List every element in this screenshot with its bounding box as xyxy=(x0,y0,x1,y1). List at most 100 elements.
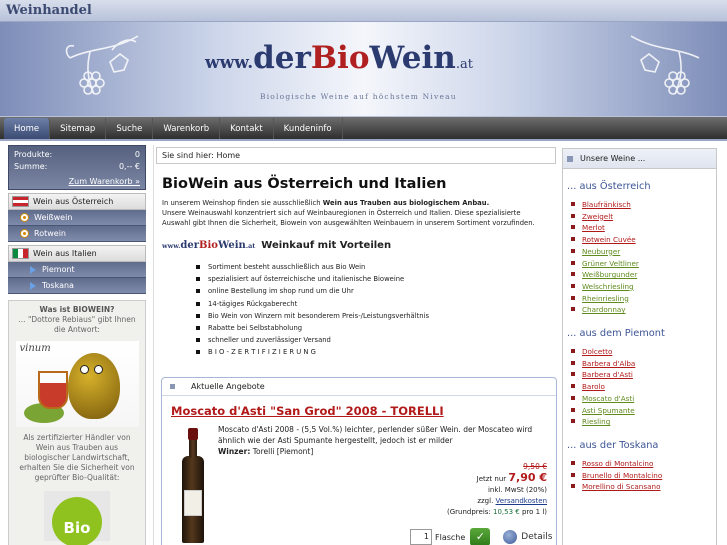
wine-link[interactable]: Weißburgunder xyxy=(582,270,637,279)
list-item: Bio Wein von Winzern mit besonderem Prei… xyxy=(196,310,558,322)
wine-link[interactable]: Morellino di Scansano xyxy=(582,482,660,491)
details-icon xyxy=(503,530,518,544)
category-toskana-label: Toskana xyxy=(42,281,74,290)
wine-link[interactable]: Moscato d'Asti xyxy=(582,394,634,403)
wine-link[interactable]: Chardonnay xyxy=(582,305,626,314)
to-cart-link[interactable]: Zum Warenkorb » xyxy=(14,177,140,186)
vinum-label: vinum xyxy=(19,343,51,354)
quantity-input[interactable]: 1 xyxy=(410,529,432,545)
cart-sum-value: 0,-- € xyxy=(118,162,140,171)
category-rotwein[interactable]: Rotwein xyxy=(8,226,146,242)
list-item: Rosso di Montalcino xyxy=(571,458,716,470)
mini-logo-bio: Bio xyxy=(199,240,218,251)
vorteile-list: Sortiment besteht ausschließlich aus Bio… xyxy=(196,261,558,359)
logo-bio: Bio xyxy=(310,40,370,76)
top-strip: Weinhandel xyxy=(0,0,727,22)
intro-bold: Wein aus Trauben aus biologischem Anbau. xyxy=(322,199,490,207)
wine-link[interactable]: Barbera d'Asti xyxy=(582,370,633,379)
category-piemont[interactable]: Piemont xyxy=(8,262,146,278)
nav-sitemap[interactable]: Sitemap xyxy=(50,118,107,139)
category-weisswein[interactable]: Weißwein xyxy=(8,210,146,226)
vine-right-icon xyxy=(630,35,700,95)
list-item: Merlot xyxy=(571,222,716,234)
nav-home[interactable]: Home xyxy=(4,118,51,139)
site-logo[interactable]: www.derBioWein.at xyxy=(205,40,473,76)
shipping-costs-link[interactable]: Versandkosten xyxy=(496,497,547,505)
wine-list-header: Unsere Weine ... xyxy=(563,149,716,169)
vorteile-heading: www.derBioWein.at Weinkauf mit Vorteilen xyxy=(162,240,558,251)
wine-list-title: Unsere Weine ... xyxy=(580,154,646,163)
arrow-right-icon xyxy=(30,265,36,274)
wine-link[interactable]: Neuburger xyxy=(582,247,620,256)
wine-link[interactable]: Welschriesling xyxy=(582,282,634,291)
wine-link[interactable]: Grüner Veltliner xyxy=(582,259,639,268)
breadcrumb: Sie sind hier: Home xyxy=(156,147,556,164)
now-label: Jetzt nur xyxy=(476,475,507,483)
category-toskana[interactable]: Toskana xyxy=(8,278,146,294)
vorteile-title: Weinkauf mit Vorteilen xyxy=(261,240,392,251)
nav-warenkorb[interactable]: Warenkorb xyxy=(153,118,221,139)
wine-desc-text: Moscato d'Asti 2008 - (5,5 Vol.%) leicht… xyxy=(218,425,533,445)
mini-logo-www: www. xyxy=(162,242,181,250)
wine-list: Blaufränkisch Zweigelt Merlot Rotwein Cuvée… xyxy=(571,199,716,316)
wine-link[interactable]: Rotwein Cuvée xyxy=(582,235,636,244)
list-item: schneller und zuverlässiger Versand xyxy=(196,334,558,346)
wine-link[interactable]: Brunello di Montalcino xyxy=(582,471,662,480)
brand-tag: Weinhandel xyxy=(6,3,92,18)
wine-list-sidebar: Unsere Weine ... ... aus Österreich Blauf… xyxy=(562,148,717,545)
base-price-label: (Grundpreis: xyxy=(447,508,491,516)
wine-link[interactable]: Blaufränkisch xyxy=(582,200,631,209)
wine-regions: ... aus Österreich Blaufränkisch Zweigelt M… xyxy=(563,181,716,493)
main-content: Sie sind hier: Home BioWein aus Österrei… xyxy=(153,145,558,545)
new-price: 7,90 € xyxy=(508,471,547,484)
bottle-cap xyxy=(188,428,198,440)
logo-der: der xyxy=(253,40,311,76)
category-italy[interactable]: Wein aus Italien xyxy=(8,245,146,262)
intro-text: In unserem Weinshop finden sie ausschlie… xyxy=(162,198,550,228)
wine-link[interactable]: Riesling xyxy=(582,417,610,426)
cart-sum-label: Summe: xyxy=(14,162,48,171)
details-button[interactable]: Details xyxy=(503,530,553,544)
bug-eye xyxy=(93,365,103,374)
logo-www: www. xyxy=(205,53,254,73)
category-piemont-label: Piemont xyxy=(42,265,75,274)
wine-link[interactable]: Rheinriesling xyxy=(582,294,629,303)
list-item: online Bestellung im shop rund um die Uh… xyxy=(196,285,558,297)
wine-bottle-image[interactable] xyxy=(182,428,204,543)
bug-eye xyxy=(79,365,89,374)
cart-products-row: Produkte: 0 xyxy=(14,149,140,161)
wine-link[interactable]: Asti Spumante xyxy=(582,406,635,415)
cart-summary: Produkte: 0 Summe: 0,-- € Zum Warenkorb … xyxy=(8,145,146,190)
cart-products-label: Produkte: xyxy=(14,150,53,159)
list-item: Barolo xyxy=(571,381,716,393)
nav-kundeninfo[interactable]: Kundeninfo xyxy=(274,118,343,139)
region-title: ... aus Österreich xyxy=(567,181,651,192)
wine-link[interactable]: Merlot xyxy=(582,223,605,232)
wine-link[interactable]: Dolcetto xyxy=(582,347,612,356)
rebiaus-image[interactable]: vinum xyxy=(15,341,139,427)
list-item: Neuburger xyxy=(571,246,716,258)
radio-bullet-icon xyxy=(20,229,29,238)
nav-suche[interactable]: Suche xyxy=(106,118,154,139)
intro-part-1: In unserem Weinshop finden sie ausschlie… xyxy=(162,199,321,207)
site-tagline: Biologische Weine auf höchstem Niveau xyxy=(260,92,457,101)
mini-logo-der: der xyxy=(180,240,200,251)
wine-link[interactable]: Zweigelt xyxy=(582,212,613,221)
add-to-cart-button[interactable]: ✓ xyxy=(470,528,491,545)
nav-kontakt[interactable]: Kontakt xyxy=(220,118,274,139)
wine-title-link[interactable]: Moscato d'Asti "San Grod" 2008 - TORELLI xyxy=(171,404,556,418)
left-sidebar: Produkte: 0 Summe: 0,-- € Zum Warenkorb … xyxy=(8,145,146,545)
vine-left-icon xyxy=(65,35,139,95)
main-nav: Home Sitemap Suche Warenkorb Kontakt Kun… xyxy=(0,117,727,141)
wine-link[interactable]: Barolo xyxy=(582,382,605,391)
category-austria[interactable]: Wein aus Österreich xyxy=(8,193,146,210)
logo-wein: Wein xyxy=(369,40,456,76)
cart-sum-row: Summe: 0,-- € xyxy=(14,161,140,173)
offers-header: Aktuelle Angebote xyxy=(162,378,556,396)
biowein-info-box: Was ist BIOWEIN? ... "Dottore Rebiaus" g… xyxy=(8,300,146,545)
wine-link[interactable]: Barbera d'Alba xyxy=(582,359,635,368)
wine-link[interactable]: Rosso di Montalcino xyxy=(582,459,653,468)
list-item: Chardonnay xyxy=(571,304,716,316)
base-price-suffix: pro 1 l) xyxy=(521,508,547,516)
category-rotwein-label: Rotwein xyxy=(34,229,66,238)
